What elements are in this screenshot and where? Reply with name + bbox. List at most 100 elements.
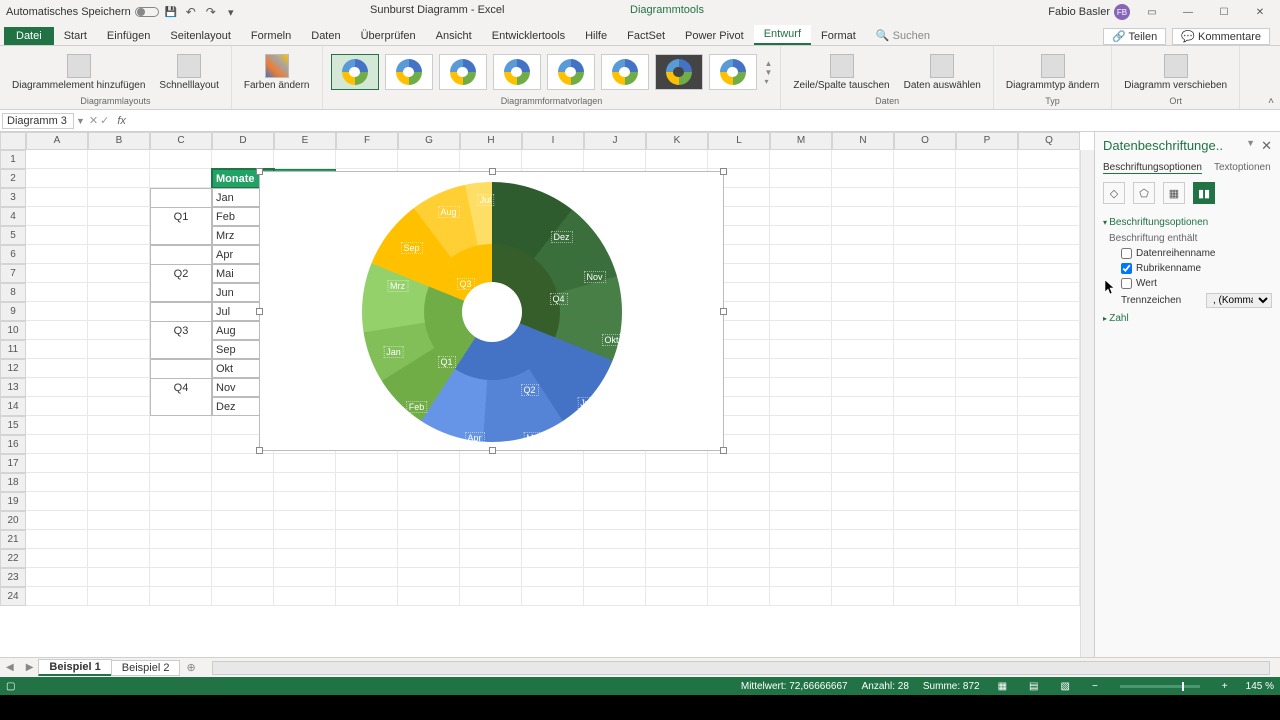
search-tab[interactable]: 🔍 Suchen <box>866 26 940 45</box>
cell[interactable] <box>522 473 584 492</box>
cell[interactable] <box>88 473 150 492</box>
cell[interactable] <box>708 492 770 511</box>
cell[interactable] <box>88 435 150 454</box>
cell[interactable] <box>1018 549 1080 568</box>
pane-tab-text-options[interactable]: Textoptionen <box>1214 162 1271 174</box>
cell[interactable] <box>708 568 770 587</box>
cell[interactable] <box>150 302 212 321</box>
cell[interactable] <box>646 454 708 473</box>
pane-close-icon[interactable]: ✕ <box>1261 138 1272 154</box>
cell[interactable] <box>894 530 956 549</box>
cell[interactable] <box>832 340 894 359</box>
cell[interactable] <box>708 530 770 549</box>
cell[interactable] <box>460 150 522 169</box>
cell[interactable]: Q3 <box>150 321 212 340</box>
cell[interactable] <box>1018 511 1080 530</box>
row-header-17[interactable]: 17 <box>0 454 26 473</box>
col-header-A[interactable]: A <box>26 132 88 150</box>
cell[interactable] <box>88 359 150 378</box>
row-header-7[interactable]: 7 <box>0 264 26 283</box>
cell[interactable] <box>832 245 894 264</box>
cell[interactable] <box>894 549 956 568</box>
cell[interactable]: Q1 <box>150 207 212 226</box>
section-number[interactable]: Zahl <box>1103 310 1272 327</box>
cell[interactable] <box>150 359 212 378</box>
cell[interactable] <box>336 587 398 606</box>
row-header-4[interactable]: 4 <box>0 207 26 226</box>
row-header-21[interactable]: 21 <box>0 530 26 549</box>
cell[interactable] <box>770 473 832 492</box>
cell[interactable] <box>956 340 1018 359</box>
cell[interactable] <box>522 568 584 587</box>
cell[interactable] <box>770 397 832 416</box>
cell[interactable] <box>88 150 150 169</box>
cell[interactable] <box>770 283 832 302</box>
cell[interactable] <box>26 568 88 587</box>
cell[interactable] <box>88 378 150 397</box>
chart-styles-gallery[interactable]: ▲▼▾ <box>331 48 773 96</box>
cell[interactable] <box>832 169 894 188</box>
resize-handle[interactable] <box>720 447 727 454</box>
collapse-ribbon-icon[interactable]: ˄ <box>1268 96 1274 107</box>
cell[interactable] <box>584 492 646 511</box>
cell[interactable] <box>894 207 956 226</box>
pane-dropdown-icon[interactable]: ▼ <box>1246 138 1255 154</box>
cell[interactable] <box>88 511 150 530</box>
cb-value[interactable] <box>1121 278 1132 289</box>
share-button[interactable]: 🔗 Teilen <box>1103 28 1166 45</box>
cell[interactable] <box>398 530 460 549</box>
row-header-13[interactable]: 13 <box>0 378 26 397</box>
cell[interactable] <box>894 245 956 264</box>
cell[interactable] <box>894 435 956 454</box>
cell[interactable] <box>88 492 150 511</box>
col-header-P[interactable]: P <box>956 132 1018 150</box>
cell[interactable] <box>336 549 398 568</box>
cell[interactable] <box>894 397 956 416</box>
cell[interactable] <box>584 530 646 549</box>
chart-label[interactable]: Feb <box>406 401 428 413</box>
cell[interactable] <box>336 530 398 549</box>
cell[interactable] <box>832 207 894 226</box>
cell[interactable] <box>150 492 212 511</box>
row-header-18[interactable]: 18 <box>0 473 26 492</box>
view-page-break-icon[interactable]: ▧ <box>1057 681 1074 692</box>
tab-entwurf[interactable]: Entwurf <box>754 25 811 45</box>
col-header-D[interactable]: D <box>212 132 274 150</box>
cell[interactable] <box>274 473 336 492</box>
cell[interactable] <box>522 454 584 473</box>
cell[interactable] <box>150 530 212 549</box>
zoom-out-icon[interactable]: − <box>1088 681 1102 692</box>
cell[interactable] <box>956 511 1018 530</box>
cell[interactable] <box>770 416 832 435</box>
cell[interactable] <box>956 283 1018 302</box>
cell[interactable] <box>336 473 398 492</box>
col-header-Q[interactable]: Q <box>1018 132 1080 150</box>
cell[interactable] <box>88 416 150 435</box>
cell[interactable] <box>88 587 150 606</box>
cell[interactable] <box>336 511 398 530</box>
cell[interactable] <box>88 454 150 473</box>
separator-select[interactable]: , (Komma) <box>1206 293 1272 308</box>
fx-icon[interactable]: fx <box>113 115 130 127</box>
cell[interactable] <box>832 568 894 587</box>
cell[interactable] <box>26 188 88 207</box>
cell[interactable] <box>770 549 832 568</box>
cell[interactable] <box>26 454 88 473</box>
cell[interactable] <box>88 549 150 568</box>
cell[interactable] <box>398 568 460 587</box>
cell[interactable] <box>1018 378 1080 397</box>
cell[interactable] <box>398 454 460 473</box>
cell[interactable] <box>336 454 398 473</box>
qat-customize-icon[interactable]: ▾ <box>223 4 239 20</box>
cell[interactable] <box>894 492 956 511</box>
cell[interactable] <box>336 492 398 511</box>
cell[interactable] <box>770 321 832 340</box>
cell[interactable] <box>460 454 522 473</box>
sunburst-chart[interactable]: DezNovOktJunMaiAprFebJanMrzSepAugJulQ4Q2… <box>259 171 724 451</box>
minimize-icon[interactable]: ― <box>1174 2 1202 22</box>
redo-icon[interactable] <box>203 4 219 20</box>
cell[interactable] <box>894 473 956 492</box>
cell[interactable] <box>26 530 88 549</box>
chart-label[interactable]: Q3 <box>456 278 474 290</box>
chart-style-2[interactable] <box>385 54 433 90</box>
